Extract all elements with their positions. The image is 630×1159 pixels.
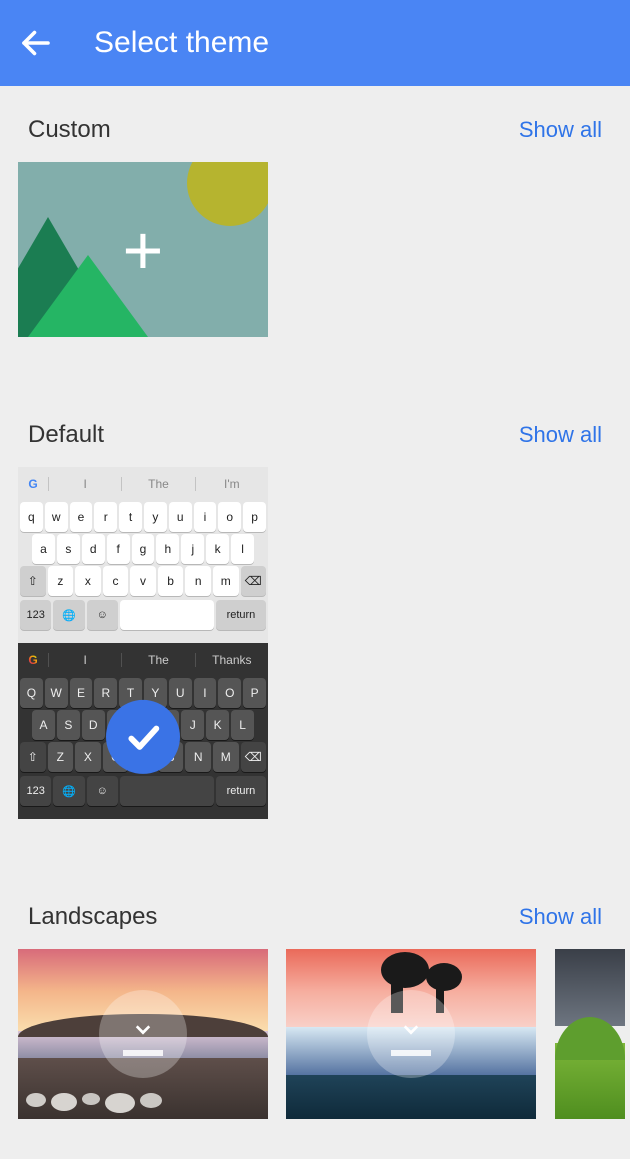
key: j [181,534,204,564]
key: t [119,502,142,532]
key: K [206,710,229,740]
key: M [213,742,239,772]
key-row: a s d f g h j k l [18,533,268,565]
sun-shape [187,162,268,226]
key: N [185,742,211,772]
suggestion-bar: G I The I'm [18,467,268,501]
app-bar: Select theme [0,0,630,86]
key: P [243,678,266,708]
key: y [144,502,167,532]
spacebar [120,776,214,806]
backspace-icon: ⌫ [241,742,267,772]
suggestion: Thanks [195,653,268,667]
key: W [45,678,68,708]
key: n [185,566,211,596]
key: m [213,566,239,596]
key: l [231,534,254,564]
theme-dark-keyboard[interactable]: G I The Thanks Q W E R T Y U I O P A S D… [18,643,268,819]
key: J [181,710,204,740]
key: e [70,502,93,532]
key: p [243,502,266,532]
backspace-icon: ⌫ [241,566,267,596]
key: I [194,678,217,708]
globe-icon: 🌐 [53,776,84,806]
suggestion-bar: G I The Thanks [18,643,268,677]
show-all-landscapes[interactable]: Show all [519,904,602,930]
download-icon [367,990,455,1078]
section-title-default: Default [28,421,104,449]
theme-landscape-pink-river[interactable] [286,949,536,1119]
show-all-custom[interactable]: Show all [519,117,602,143]
key: Z [48,742,74,772]
key: s [57,534,80,564]
key: x [75,566,101,596]
theme-landscape-green-hills[interactable] [555,949,625,1119]
key: b [158,566,184,596]
key-row: q w e r t y u i o p [18,501,268,533]
key: i [194,502,217,532]
suggestion: I [48,477,121,491]
section-title-custom: Custom [28,116,111,144]
checkmark-icon [106,700,180,774]
emoji-icon: ☺ [87,776,118,806]
section-title-landscapes: Landscapes [28,903,157,931]
back-icon[interactable] [18,25,54,61]
google-g-icon: G [18,653,48,667]
key: d [82,534,105,564]
key-row: 123 🌐 ☺ return [18,597,268,633]
section-header-default: Default Show all [0,377,630,467]
numeric-key: 123 [20,776,51,806]
key: f [107,534,130,564]
suggestion: I'm [195,477,268,491]
key: k [206,534,229,564]
theme-light-keyboard[interactable]: G I The I'm q w e r t y u i o p a s d f … [18,467,268,643]
add-custom-theme[interactable]: + [18,162,268,337]
download-icon [99,990,187,1078]
key: E [70,678,93,708]
section-header-custom: Custom Show all [0,86,630,162]
tree-shape [426,963,462,991]
key: A [32,710,55,740]
shift-icon: ⇧ [20,566,46,596]
suggestion: The [121,653,194,667]
key: u [169,502,192,532]
key: o [218,502,241,532]
key: U [169,678,192,708]
key: R [94,678,117,708]
google-g-icon: G [18,477,48,491]
spacebar [120,600,214,630]
key-row: ⇧ z x c v b n m ⌫ [18,565,268,597]
key: D [82,710,105,740]
section-header-landscapes: Landscapes Show all [0,859,630,949]
return-key: return [216,776,266,806]
key: w [45,502,68,532]
key: O [218,678,241,708]
key: q [20,502,43,532]
suggestion: The [121,477,194,491]
return-key: return [216,600,266,630]
key: z [48,566,74,596]
key: h [156,534,179,564]
page-title: Select theme [94,26,269,60]
key: r [94,502,117,532]
show-all-default[interactable]: Show all [519,422,602,448]
theme-landscape-sunset-beach[interactable] [18,949,268,1119]
plus-icon: + [123,210,164,290]
suggestion: I [48,653,121,667]
key: a [32,534,55,564]
key: X [75,742,101,772]
key: v [130,566,156,596]
key: S [57,710,80,740]
globe-icon: 🌐 [53,600,84,630]
key: L [231,710,254,740]
key-row: 123 🌐 ☺ return [18,773,268,809]
numeric-key: 123 [20,600,51,630]
key: Q [20,678,43,708]
shift-icon: ⇧ [20,742,46,772]
emoji-icon: ☺ [87,600,118,630]
key: c [103,566,129,596]
key: g [132,534,155,564]
